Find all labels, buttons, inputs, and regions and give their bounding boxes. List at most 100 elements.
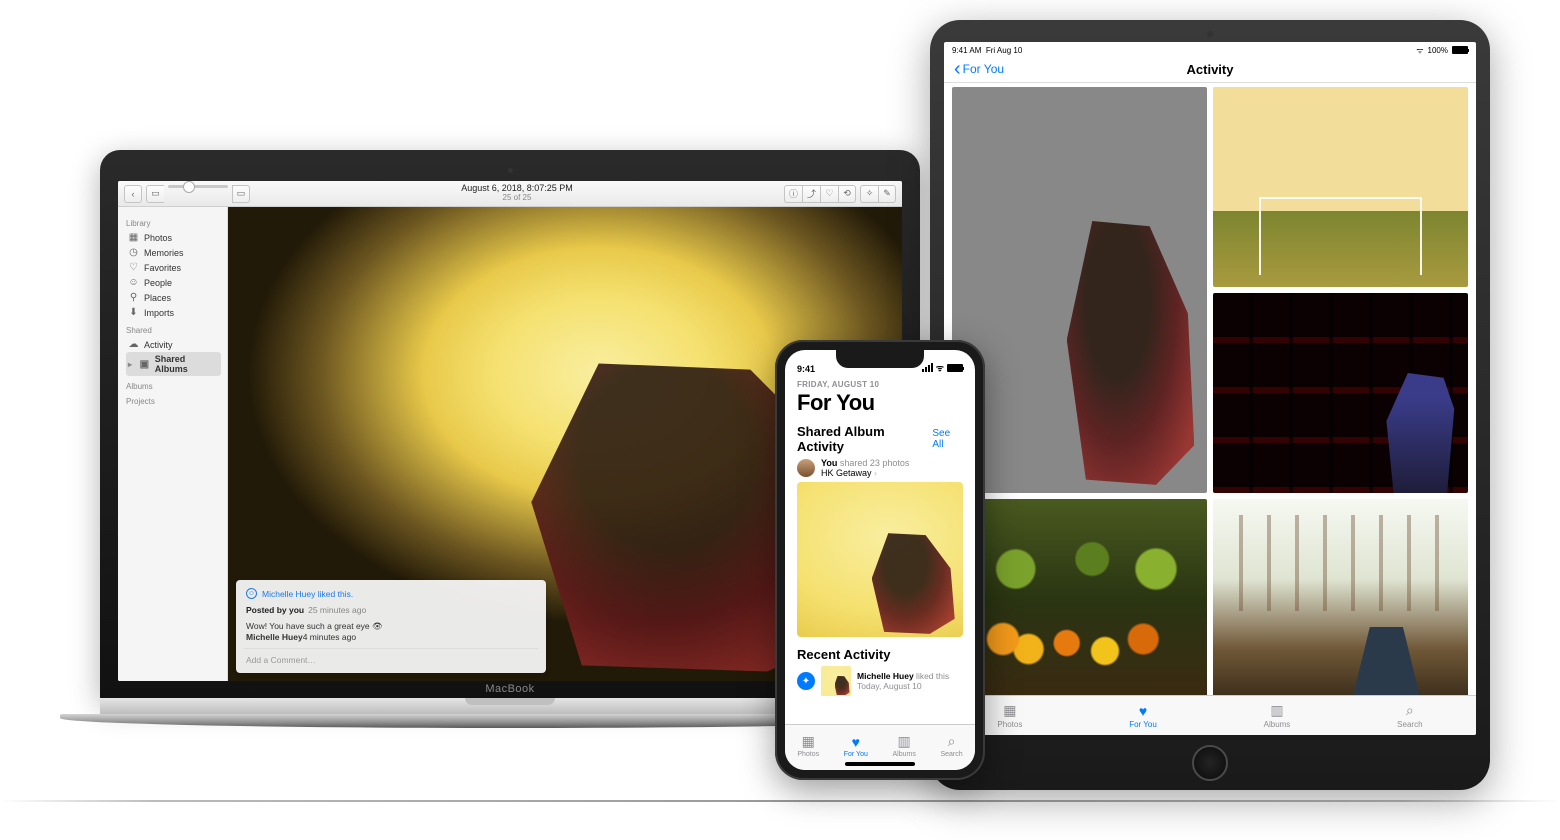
sidebar-item-people[interactable]: ☺People (126, 275, 221, 290)
sidebar-heading-projects: Projects (126, 397, 221, 406)
page-title: For You (797, 390, 963, 416)
ipad-nav-header: For You Activity (944, 58, 1476, 83)
search-tab-icon: ⌕ (1401, 703, 1419, 719)
ipad-camera (1207, 31, 1213, 37)
recent-row[interactable]: ✦ Michelle Huey liked this Today, August… (797, 666, 963, 696)
tab-albums[interactable]: ▥Albums (893, 734, 916, 758)
sidebar-item-activity[interactable]: ☁Activity (126, 337, 221, 352)
sidebar-item-favorites[interactable]: ♡Favorites (126, 260, 221, 275)
ipad-tab-bar: ▦Photos ♥For You ▥Albums ⌕Search (944, 695, 1476, 735)
zoom-slider[interactable] (168, 185, 228, 188)
tab-for-you[interactable]: ♥For You (844, 734, 868, 758)
heart-icon: ♡ (128, 262, 139, 273)
shared-row[interactable]: You shared 23 photos HK Getaway › (797, 458, 963, 478)
see-all-button[interactable]: See All (932, 428, 963, 450)
grid-photo-building[interactable] (1213, 293, 1468, 493)
sidebar-item-imports[interactable]: ⬇Imports (126, 305, 221, 320)
section-title: Recent Activity (797, 647, 963, 662)
info-button[interactable]: ⓘ (784, 185, 802, 203)
ipad-screen: 9:41 AM Fri Aug 10 ᯤ 100% For You Activi… (944, 42, 1476, 735)
smiley-icon: ☺ (246, 588, 257, 599)
shared-text: You shared 23 photos HK Getaway › (821, 458, 909, 478)
tab-photos[interactable]: ▦Photos (997, 703, 1022, 729)
tab-search[interactable]: ⌕Search (1397, 703, 1422, 729)
iphone-screen: 9:41 ᯤ FRIDAY, AUGUST 10 For You Shared … (785, 350, 975, 770)
like-indicator: ☺ Michelle Huey liked this. (246, 588, 536, 599)
chevron-right-icon: › (874, 468, 877, 478)
add-comment-field[interactable]: Add a Comment… (246, 655, 536, 665)
folder-icon: ▣ (139, 359, 150, 370)
status-right: ᯤ (922, 361, 963, 374)
sidebar-item-photos[interactable]: ▦Photos (126, 230, 221, 245)
sidebar-item-places[interactable]: ⚲Places (126, 290, 221, 305)
avatar (797, 459, 815, 477)
tab-search[interactable]: ⌕Search (940, 734, 962, 758)
zoom-out-button[interactable]: ▭ (146, 185, 164, 203)
battery-icon (947, 364, 963, 372)
sidebar-item-shared-albums[interactable]: ▸▣Shared Albums (126, 352, 221, 376)
tab-for-you[interactable]: ♥For You (1129, 703, 1157, 729)
nav-title: Activity (1187, 62, 1234, 77)
posted-by-line: Posted by you25 minutes ago (246, 605, 536, 615)
comment-overlay: ☺ Michelle Huey liked this. Posted by yo… (236, 580, 546, 673)
sidebar-heading-library: Library (126, 219, 221, 228)
home-indicator[interactable] (845, 762, 915, 766)
sidebar-heading-albums: Albums (126, 382, 221, 391)
mac-toolbar: ‹ ▭ ▭ August 6, 2018, 8:07:25 PM 25 of 2… (118, 181, 902, 207)
foryou-tab-icon: ♥ (847, 734, 865, 750)
tab-albums[interactable]: ▥Albums (1264, 703, 1291, 729)
share-button[interactable]: ⤴ (802, 185, 820, 203)
photo-counter: 25 of 25 (254, 194, 780, 203)
search-tab-icon: ⌕ (943, 734, 961, 750)
recent-thumbnail (821, 666, 851, 696)
pin-icon: ⚲ (128, 292, 139, 303)
download-icon: ⬇ (128, 307, 139, 318)
albums-tab-icon: ▥ (1268, 703, 1286, 719)
wifi-icon: ᯤ (1416, 45, 1423, 56)
albums-tab-icon: ▥ (895, 734, 913, 750)
section-title: Shared Album Activity (797, 424, 932, 454)
sidebar-item-memories[interactable]: ◷Memories (126, 245, 221, 260)
status-right: ᯤ 100% (1416, 45, 1468, 56)
photo-grid[interactable] (944, 83, 1476, 695)
comment-line: Wow! You have such a great eye 👁 Michell… (246, 621, 536, 642)
section-header: Shared Album Activity See All (797, 424, 963, 454)
recent-activity-section: Recent Activity ✦ Michelle Huey liked th… (785, 647, 975, 696)
ipad-status-bar: 9:41 AM Fri Aug 10 ᯤ 100% (944, 42, 1476, 58)
battery-icon (1452, 46, 1468, 54)
cellular-icon (922, 363, 933, 372)
recent-text: Michelle Huey liked this Today, August 1… (857, 671, 949, 691)
ipad-home-button[interactable] (1192, 745, 1228, 781)
macbook-notch (465, 698, 555, 705)
tab-photos[interactable]: ▦Photos (797, 734, 819, 758)
iphone-device: 9:41 ᯤ FRIDAY, AUGUST 10 For You Shared … (775, 340, 985, 780)
photos-icon: ▦ (128, 232, 139, 243)
disclosure-triangle-icon[interactable]: ▸ (128, 360, 132, 369)
sidebar-heading-shared: Shared (126, 326, 221, 335)
zoom-controls: ▭ ▭ (146, 185, 250, 203)
toolbar-edit: ✧ ✎ (860, 185, 896, 203)
toolbar-title: August 6, 2018, 8:07:25 PM 25 of 25 (254, 184, 780, 203)
memories-icon: ◷ (128, 247, 139, 258)
overlay-divider (244, 648, 538, 649)
grid-photo-portrait[interactable] (952, 87, 1207, 493)
activity-badge-icon: ✦ (797, 672, 815, 690)
grid-photo-market[interactable] (952, 499, 1207, 695)
edit-button[interactable]: ✎ (878, 185, 896, 203)
zoom-in-button[interactable]: ▭ (232, 185, 250, 203)
shared-thumbnail[interactable] (797, 482, 963, 637)
grid-photo-court[interactable] (1213, 87, 1468, 287)
back-button[interactable]: For You (954, 62, 1004, 76)
foryou-tab-icon: ♥ (1134, 703, 1152, 719)
shared-album-section: Shared Album Activity See All You shared… (785, 424, 975, 637)
iphone-notch (836, 350, 924, 368)
toolbar-actions: ⓘ ⤴ ♡ ⟲ (784, 185, 856, 203)
favorite-button[interactable]: ♡ (820, 185, 838, 203)
enhance-button[interactable]: ✧ (860, 185, 878, 203)
grid-photo-cafe[interactable] (1213, 499, 1468, 695)
wifi-icon: ᯤ (936, 361, 944, 374)
person-icon: ☺ (128, 277, 139, 288)
back-button[interactable]: ‹ (124, 185, 142, 203)
rotate-button[interactable]: ⟲ (838, 185, 856, 203)
mac-sidebar: Library ▦Photos ◷Memories ♡Favorites ☺Pe… (118, 207, 228, 681)
